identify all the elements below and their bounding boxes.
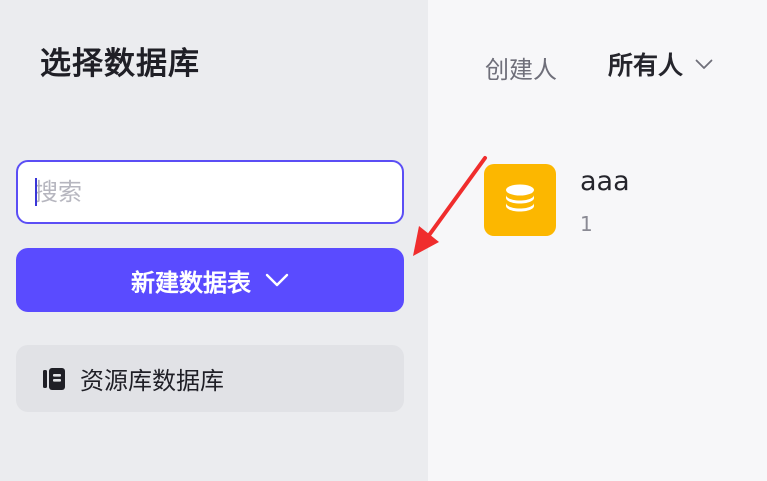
- search-box[interactable]: [16, 160, 404, 224]
- chevron-down-icon: [695, 59, 713, 69]
- creator-filter-value: 所有人: [608, 51, 684, 80]
- database-table-count: 1: [580, 212, 593, 236]
- new-table-button-label: 新建数据表: [131, 268, 251, 297]
- sidebar: 选择数据库 新建数据表 资源库数据库: [0, 0, 428, 481]
- creator-filter-select[interactable]: 所有人: [608, 46, 713, 82]
- sidebar-item-label: 资源库数据库: [80, 367, 224, 395]
- annotation-arrow: [413, 156, 487, 256]
- database-icon: [506, 184, 534, 212]
- search-input[interactable]: [34, 162, 390, 222]
- chevron-down-icon: [265, 273, 289, 287]
- creator-filter-label: 创建人: [485, 56, 557, 84]
- database-name: aaa: [580, 166, 630, 197]
- sidebar-item-resource-database[interactable]: 资源库数据库: [16, 345, 404, 412]
- new-table-button[interactable]: 新建数据表: [16, 248, 404, 312]
- text-caret: [35, 178, 37, 206]
- database-card[interactable]: aaa 1: [484, 160, 744, 246]
- page-title: 选择数据库: [40, 46, 200, 82]
- book-icon: [43, 367, 65, 390]
